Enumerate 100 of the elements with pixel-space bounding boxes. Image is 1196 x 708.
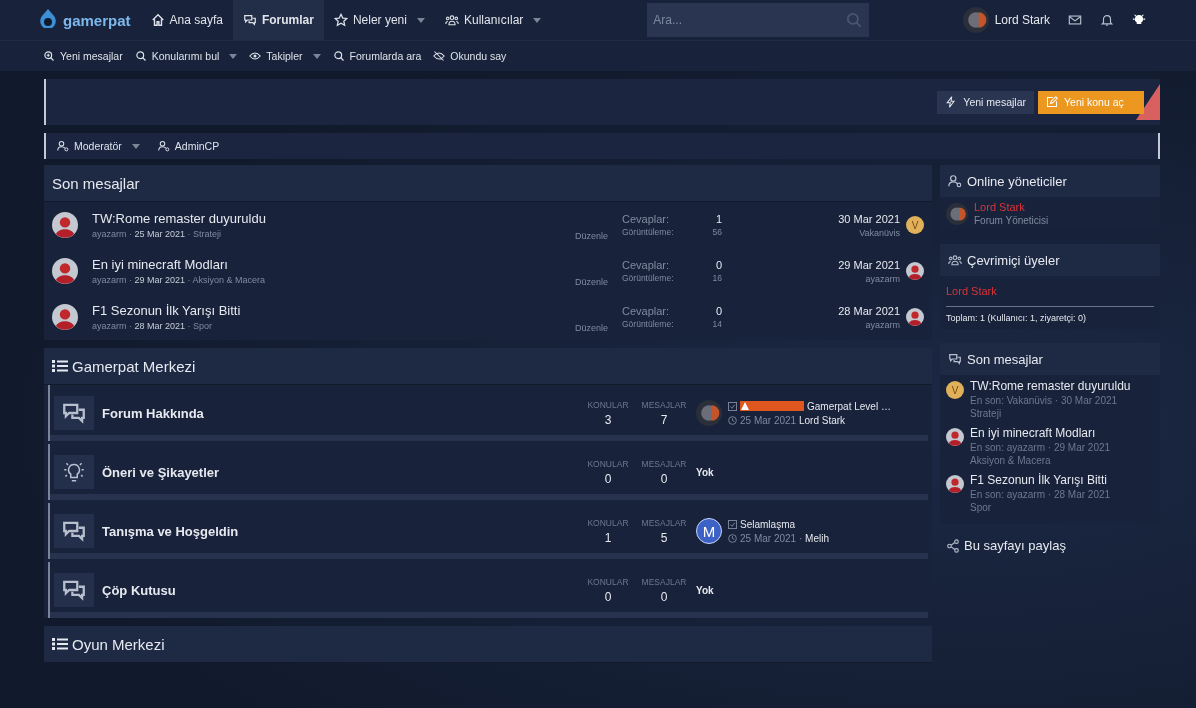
thread-meta: ayazarm · 29 Mar 2021 · Aksiyon & Macera (92, 275, 267, 285)
star-icon (333, 13, 348, 27)
stat-label: MESAJLAR (641, 576, 687, 587)
stat-label: Görüntüleme: (622, 319, 675, 329)
avatar-letter[interactable]: V (906, 216, 924, 234)
stat-value: 14 (711, 319, 722, 329)
staff-link[interactable]: Moderatör (56, 140, 141, 152)
avatar-icon[interactable] (946, 428, 964, 446)
avatar-letter[interactable]: M (696, 518, 722, 544)
stat-label: KONULAR (587, 399, 629, 410)
stat-value: 1 (604, 530, 612, 545)
last-post-user[interactable]: Vakanüvis (859, 227, 900, 238)
checkbox-icon (728, 519, 737, 529)
category-title: Gamerpat Merkezi (72, 357, 196, 375)
category-heading[interactable]: Oyun Merkezi (44, 626, 932, 663)
subnav-link[interactable]: Takipler (248, 50, 322, 62)
user-gear-icon (157, 140, 170, 152)
forum-row[interactable]: Forum Hakkında KONULAR 3 MESAJLAR 7 Gamerpat Level … 25 Mar 2021 Lord Stark (48, 385, 928, 441)
edit-link[interactable]: Düzenle (522, 277, 608, 287)
last-post-date[interactable]: 30 Mar 2021 (838, 212, 900, 225)
no-posts-text: Yok (696, 466, 714, 478)
stat-value: 1 (714, 213, 722, 225)
new-posts-button[interactable]: Yeni mesajlar (937, 90, 1034, 114)
last-post-date[interactable]: 29 Mar 2021 (838, 258, 900, 271)
forum-title[interactable]: Öneri ve Şikayetler (102, 464, 580, 480)
chat-icon (242, 13, 257, 27)
thread-meta: En son: ayazarm · 29 Mar 2021 (970, 442, 1111, 453)
clock-icon (728, 533, 737, 543)
category-heading[interactable]: Gamerpat Merkezi (44, 348, 932, 385)
search-icon (845, 11, 864, 29)
thread-row[interactable]: F1 Sezonun İlk Yarışı Bitti ayazarm · 28 Mar 2021 · Spor Düzenle Cevaplar: 0 Görüntüleme: 14 28 Mar 2021 ayazarm (44, 294, 932, 340)
forum-title[interactable]: Çöp Kutusu (102, 582, 580, 598)
thread-title[interactable]: En iyi minecraft Modları (92, 257, 522, 272)
last-thread-title[interactable]: Selamlaşma (740, 518, 796, 530)
bell-icon[interactable] (1100, 13, 1114, 27)
forum-name[interactable]: Spor (970, 502, 1111, 513)
stat-value: 16 (711, 273, 722, 283)
stat-value: 0 (604, 471, 612, 486)
thread-title[interactable]: En iyi minecraft Modları (970, 426, 1111, 440)
widget-title: Online yöneticiler (967, 173, 1067, 189)
stat-value: 0 (660, 589, 668, 604)
staff-role: Forum Yöneticisi (974, 215, 1049, 226)
lightning-icon (945, 96, 958, 108)
avatar-icon[interactable] (52, 258, 78, 284)
avatar-icon[interactable] (906, 262, 924, 280)
forum-title[interactable]: Tanışma ve Hoşgeldin (102, 523, 580, 539)
users-icon (948, 253, 962, 267)
edit-link[interactable]: Düzenle (522, 323, 608, 333)
last-post-meta: 25 Mar 2021 Lord Stark (740, 414, 846, 426)
edit-icon (1046, 96, 1058, 108)
thread-row[interactable]: TW:Rome remaster duyuruldu ayazarm · 25 Mar 2021 · Strateji Düzenle Cevaplar: 1 Görüntüleme: 56 30 Mar 2021 Vakanüvis V (44, 202, 932, 248)
avatar-icon[interactable] (52, 304, 78, 330)
search-icon (134, 50, 147, 62)
search-field[interactable]: Ara... (647, 3, 870, 37)
forum-row[interactable]: Tanışma ve Hoşgeldin KONULAR 1 MESAJLAR 5 M Selamlaşma 25 Mar 2021 · Melih (48, 503, 928, 559)
nav-tab[interactable]: Forumlar (232, 0, 324, 40)
nav-tab[interactable]: Kullanıcılar (434, 0, 552, 40)
avatar-icon[interactable] (946, 475, 964, 493)
subnav-link[interactable]: Okundu say (432, 50, 508, 62)
forum-row[interactable]: Çöp Kutusu KONULAR 0 MESAJLAR 0 Yok (48, 562, 928, 618)
edit-link[interactable]: Düzenle (522, 231, 608, 241)
forum-row[interactable]: Öneri ve Şikayetler KONULAR 0 MESAJLAR 0 Yok (48, 444, 928, 500)
list-icon (52, 359, 68, 373)
thread-title[interactable]: F1 Sezonun İlk Yarışı Bitti (970, 473, 1111, 487)
share-icon (946, 538, 960, 553)
avatar-icon[interactable] (52, 212, 78, 238)
lightbulb-icon[interactable] (1132, 13, 1146, 27)
forum-name[interactable]: Strateji (970, 408, 1131, 419)
user-name[interactable]: Lord Stark (994, 13, 1050, 27)
stat-label: Cevaplar: (622, 213, 671, 225)
thread-title[interactable]: TW:Rome remaster duyuruldu (970, 379, 1131, 393)
avatar-icon[interactable] (906, 308, 924, 326)
last-post-user[interactable]: ayazarm (865, 319, 900, 330)
forum-name[interactable]: Aksiyon & Macera (970, 455, 1111, 466)
thread-title[interactable]: TW:Rome remaster duyuruldu (92, 211, 522, 226)
site-logo[interactable]: gamerpat (63, 11, 131, 29)
subnav-link[interactable]: Forumlarda ara (331, 50, 423, 62)
thread-row[interactable]: En iyi minecraft Modları ayazarm · 29 Mar 2021 · Aksiyon & Macera Düzenle Cevaplar: 0 Görüntüleme: 16 29 Mar 2021 ayazarm (44, 248, 932, 294)
envelope-icon[interactable] (1068, 13, 1082, 27)
avatar-letter[interactable]: V (946, 381, 964, 399)
nav-tab[interactable]: Neler yeni (323, 0, 435, 40)
thread-title[interactable]: F1 Sezonun İlk Yarışı Bitti (92, 303, 522, 318)
last-post-date[interactable]: 28 Mar 2021 (838, 304, 900, 317)
widget-title: Bu sayfayı paylaş (964, 538, 1066, 553)
stat-label: KONULAR (587, 458, 629, 469)
stat-value: 0 (714, 259, 722, 271)
forum-title[interactable]: Forum Hakkında (102, 405, 580, 421)
subnav-link[interactable]: Yeni mesajlar (42, 50, 124, 62)
subnav-link[interactable]: Konularımı bul (133, 50, 239, 62)
stat-label: Cevaplar: (622, 259, 671, 271)
stat-value: 7 (660, 412, 668, 427)
category-title: Oyun Merkezi (72, 635, 165, 653)
thread-meta: En son: Vakanüvis · 30 Mar 2021 (970, 395, 1119, 406)
stat-label: Görüntüleme: (622, 273, 675, 283)
nav-tab[interactable]: Ana sayfa (140, 0, 233, 40)
staff-link[interactable]: AdminCP (156, 140, 221, 152)
thread-meta: ayazarm · 25 Mar 2021 · Strateji (92, 229, 223, 239)
stat-value: 0 (604, 589, 612, 604)
last-post-user[interactable]: ayazarm (865, 273, 900, 284)
last-thread-title[interactable]: Gamerpat Level … (807, 400, 891, 412)
